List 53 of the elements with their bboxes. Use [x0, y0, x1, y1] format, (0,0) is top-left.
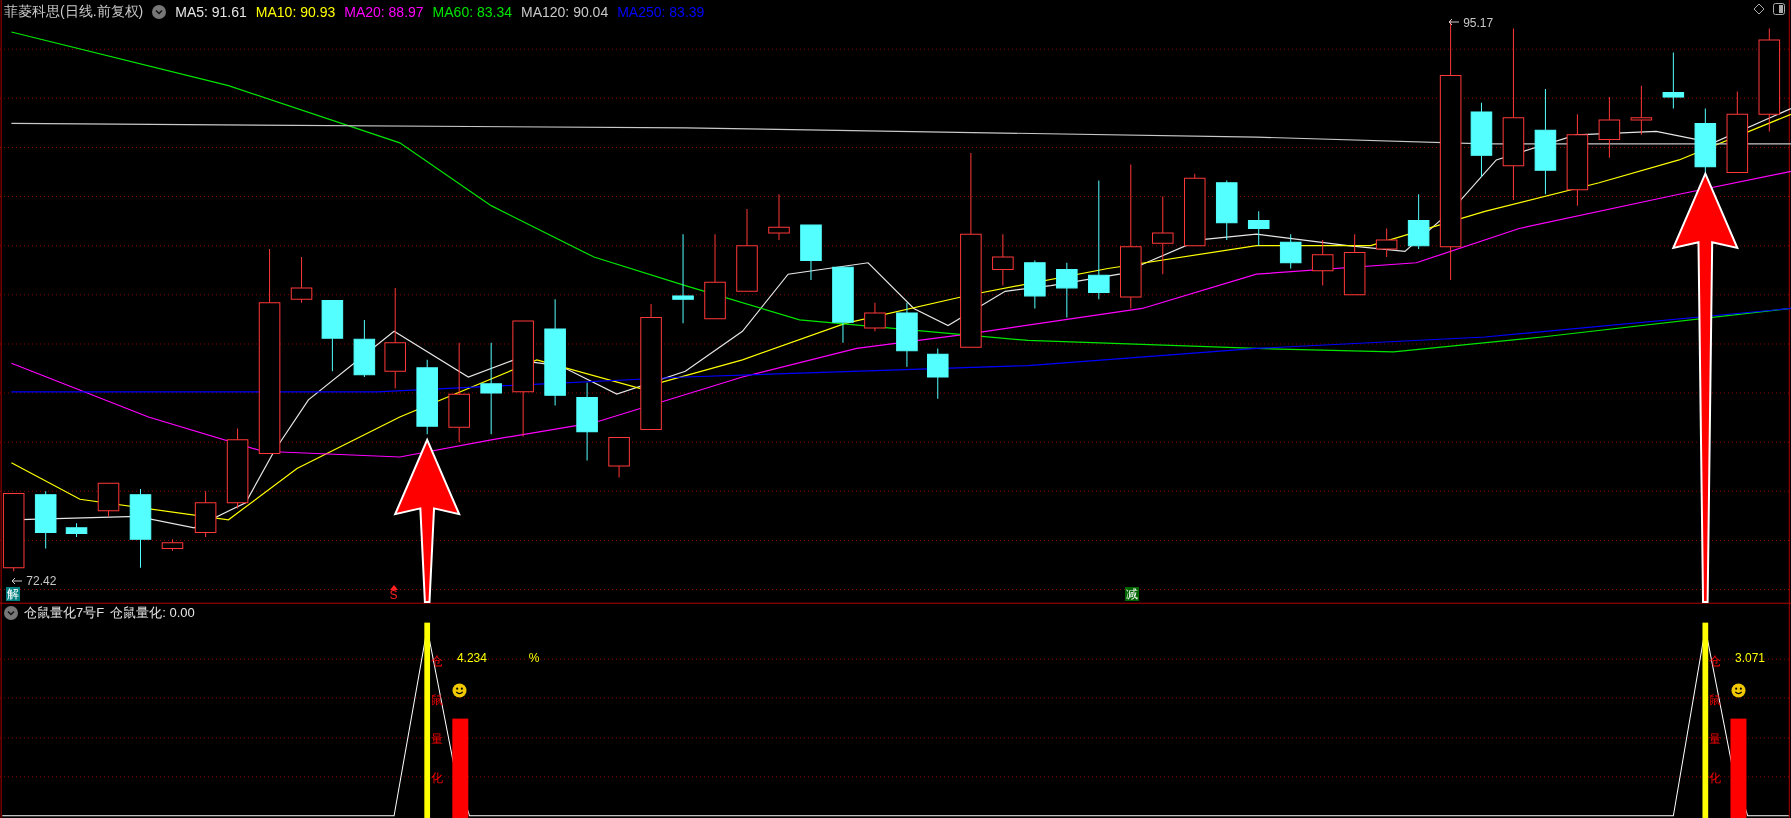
candlestick — [1598, 96, 1621, 159]
candlestick — [1247, 210, 1270, 247]
signal-badge: 减 — [1125, 587, 1140, 602]
ma-value: MA10: 90.93 — [255, 4, 336, 20]
dropdown-icon[interactable] — [4, 606, 18, 620]
candlestick — [1279, 233, 1302, 269]
ma-value: MA20: 88.97 — [344, 4, 424, 20]
signal-badge: 解 — [5, 587, 20, 602]
candlestick — [1024, 260, 1046, 309]
candlestick — [97, 482, 120, 517]
smiley-icon — [1730, 683, 1746, 699]
candlestick — [864, 302, 886, 332]
candlestick — [608, 437, 630, 479]
pointer-arrow-icon — [11, 576, 24, 585]
vertical-label: 仓鼠量化 — [1708, 653, 1721, 788]
percent-sign: % — [528, 651, 540, 666]
dropdown-icon[interactable] — [152, 5, 167, 19]
candlestick — [1375, 228, 1398, 258]
candlestick — [34, 490, 57, 549]
signal-value: 3.071 — [1735, 651, 1766, 666]
caret-icon — [390, 584, 399, 590]
candlestick — [1662, 52, 1685, 110]
ma-value: MA5: 91.61 — [175, 4, 247, 20]
candlestick — [194, 490, 217, 538]
low-price-label: 72.42 — [26, 573, 57, 588]
ma-value: MA120: 90.04 — [521, 4, 609, 20]
stock-title: 菲菱科思(日线.前复权) — [4, 3, 144, 21]
smiley-icon — [452, 683, 468, 699]
indicator-name: 仓鼠量化7号F — [24, 604, 105, 622]
candlestick — [992, 233, 1014, 287]
candlestick — [1215, 180, 1238, 241]
high-price-label: 95.17 — [1463, 16, 1494, 30]
indicator-value: 仓鼠量化: 0.00 — [110, 604, 195, 622]
signal-value: 4.234 — [456, 651, 487, 666]
ma-value: MA250: 83.39 — [617, 4, 705, 20]
pointer-arrow-icon — [1448, 18, 1461, 27]
candlestick — [65, 522, 88, 538]
candlestick — [800, 224, 822, 281]
ma-value: MA60: 83.34 — [432, 4, 512, 20]
candlestick — [353, 319, 376, 378]
candlestick — [1630, 85, 1653, 136]
candlestick — [1343, 233, 1366, 296]
candlestick — [896, 302, 918, 368]
candlestick — [927, 347, 949, 400]
candlestick — [290, 256, 313, 304]
diamond-icon[interactable] — [1753, 3, 1765, 15]
candlestick — [1056, 262, 1078, 319]
candlestick — [1407, 193, 1430, 250]
sell-signal: S — [389, 589, 398, 600]
candlestick — [161, 538, 184, 552]
candlestick — [1311, 239, 1334, 287]
candlestick — [768, 193, 790, 241]
panel-toggle-icon[interactable] — [1773, 3, 1785, 15]
